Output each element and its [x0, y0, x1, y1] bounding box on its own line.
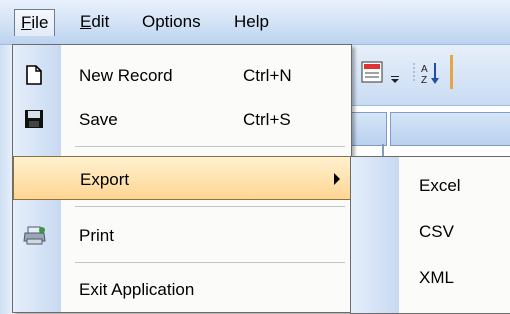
submenu-item-label: XML [419, 268, 454, 287]
menu-item-label: New Record [79, 66, 173, 85]
menu-item-shortcut: Ctrl+S [243, 110, 291, 129]
menu-edit-mnemonic: E [80, 12, 92, 31]
menu-bar: File Edit Options Help [0, 0, 510, 45]
menu-item-exit-application[interactable]: Exit Application [13, 267, 351, 311]
menu-item-save[interactable]: Save Ctrl+S [13, 97, 351, 141]
menu-item-export[interactable]: Export [13, 156, 351, 200]
toolbar: A Z [350, 45, 510, 106]
report-icon[interactable] [360, 59, 386, 87]
menu-item-label: Print [79, 226, 114, 245]
menu-item-label: Exit Application [79, 280, 195, 299]
menu-item-shortcut: Ctrl+N [243, 66, 292, 85]
menu-separator [75, 206, 345, 207]
printer-icon [23, 224, 46, 246]
menu-file[interactable]: File [14, 9, 56, 36]
svg-text:Z: Z [421, 75, 427, 86]
window-left-edge [0, 45, 12, 314]
submenu-item-label: Excel [419, 176, 461, 195]
menu-item-label: Export [80, 170, 130, 189]
sort-ascending-icon[interactable]: A Z [412, 59, 442, 87]
menu-separator [75, 262, 345, 263]
document-icon [23, 64, 45, 86]
submenu-item-xml[interactable]: XML [351, 255, 510, 301]
submenu-item-csv[interactable]: CSV [351, 209, 510, 255]
menu-file-mnemonic: F [21, 13, 32, 32]
menu-file-label: ile [31, 13, 49, 32]
menu-edit[interactable]: Edit [74, 9, 115, 35]
submenu-item-label: CSV [419, 222, 454, 241]
menu-separator [75, 146, 345, 147]
file-menu-dropdown: New Record Ctrl+N Save Ctrl+S Export Pri… [12, 44, 352, 313]
grid-header-cell [390, 112, 510, 146]
toolbar-separator [450, 55, 453, 89]
menu-help-label: Help [234, 12, 269, 31]
menu-item-new-record[interactable]: New Record Ctrl+N [13, 53, 351, 97]
dropdown-arrow-icon[interactable] [388, 59, 402, 87]
export-submenu: Excel CSV XML [350, 156, 510, 314]
submenu-item-excel[interactable]: Excel [351, 163, 510, 209]
menu-help[interactable]: Help [228, 9, 275, 35]
menu-options-label: Options [142, 12, 201, 31]
grid-header-cell [350, 112, 387, 146]
menu-item-label: Save [79, 110, 118, 129]
menu-edit-label: dit [91, 12, 110, 31]
svg-text:A: A [421, 64, 428, 75]
submenu-arrow-icon [334, 173, 340, 185]
menu-item-print[interactable]: Print [13, 213, 351, 257]
floppy-disk-icon [23, 108, 45, 130]
menu-options[interactable]: Options [136, 9, 207, 35]
